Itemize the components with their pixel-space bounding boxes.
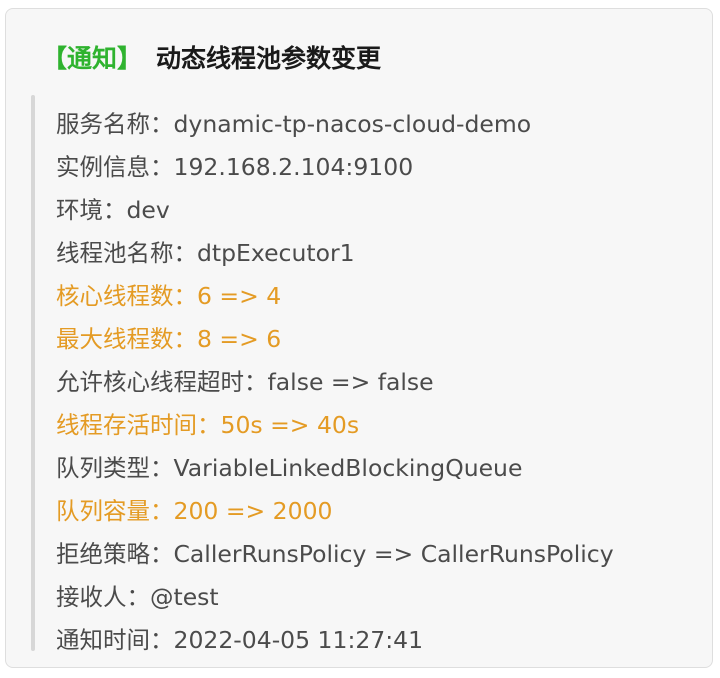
line-core-pool-size: 核心线程数：6 => 4 xyxy=(56,282,282,310)
line-environment: 环境：dev xyxy=(56,196,170,224)
line-service-name: 服务名称：dynamic-tp-nacos-cloud-demo xyxy=(56,110,532,138)
line-instance-info: 实例信息：192.168.2.104:9100 xyxy=(56,153,414,181)
notification-tag: 【通知】 xyxy=(42,44,143,73)
quote-bar xyxy=(31,95,35,651)
line-allow-core-timeout: 允许核心线程超时：false => false xyxy=(56,368,434,396)
notification-title: 动态线程池参数变更 xyxy=(156,44,382,73)
line-notify-time: 通知时间：2022-04-05 11:27:41 xyxy=(56,626,424,654)
line-receiver: 接收人：@test xyxy=(56,583,219,611)
line-queue-type: 队列类型：VariableLinkedBlockingQueue xyxy=(56,454,523,482)
line-queue-capacity: 队列容量：200 => 2000 xyxy=(56,497,333,525)
line-keep-alive-time: 线程存活时间：50s => 40s xyxy=(56,411,360,439)
line-max-pool-size: 最大线程数：8 => 6 xyxy=(56,325,282,353)
message-body: 服务名称：dynamic-tp-nacos-cloud-demo 实例信息：19… xyxy=(56,103,704,662)
notification-header: 【通知】 动态线程池参数变更 xyxy=(42,37,381,77)
line-pool-name: 线程池名称：dtpExecutor1 xyxy=(56,239,355,267)
notification-card: 【通知】 动态线程池参数变更 服务名称：dynamic-tp-nacos-clo… xyxy=(5,8,713,668)
line-reject-policy: 拒绝策略：CallerRunsPolicy => CallerRunsPolic… xyxy=(56,540,614,568)
